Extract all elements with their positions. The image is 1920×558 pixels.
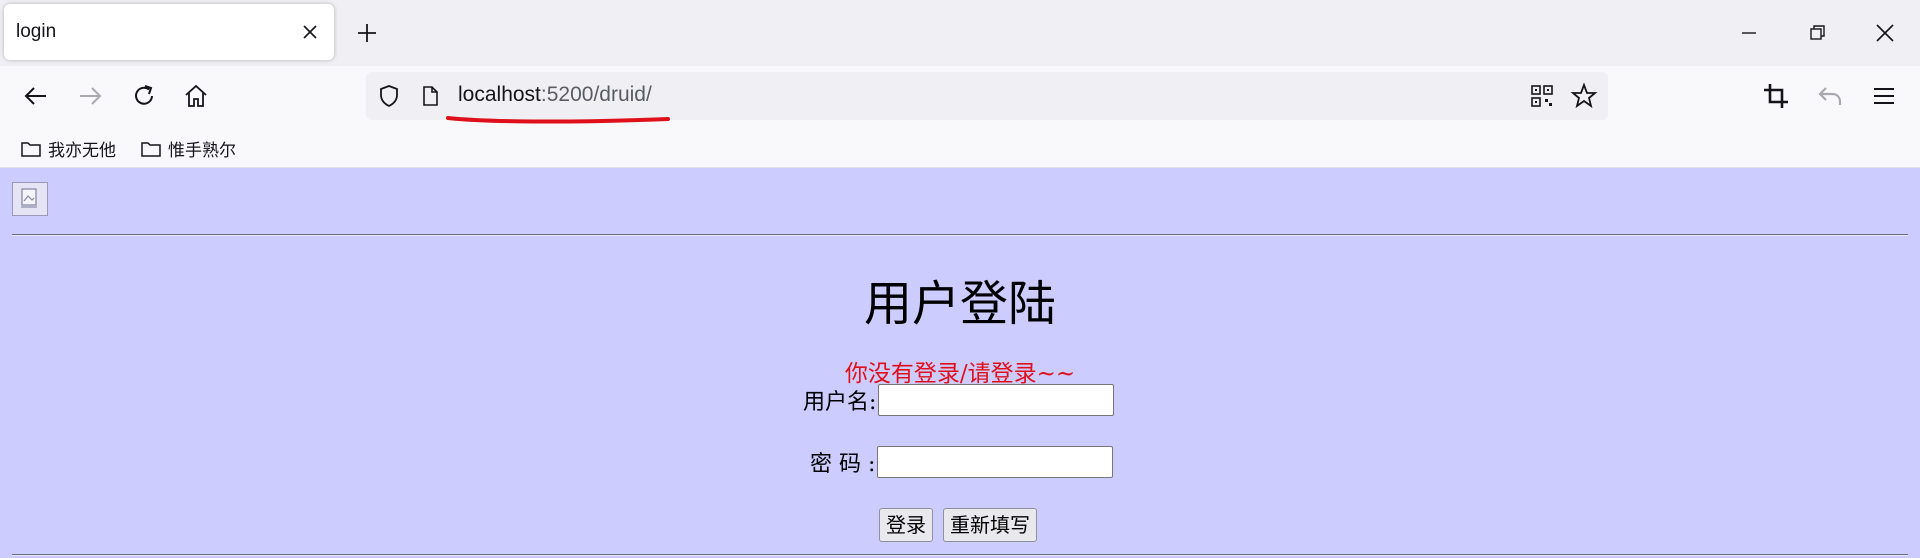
password-input[interactable] [877,446,1114,478]
bookmark-label: 惟手熟尔 [168,141,236,161]
page-title: 用户登陆 [863,276,1056,332]
username-row: 用户名: [803,384,1115,416]
navigation-bar: localhost:5200/druid/ [0,66,1920,128]
back-arrow-icon[interactable] [20,80,52,112]
bookmark-label: 我亦无他 [48,141,116,161]
close-tab-icon[interactable] [300,22,320,42]
reload-icon[interactable] [128,80,160,112]
login-message: 你没有登录/请登录~~ [844,361,1076,387]
minimize-icon[interactable] [1736,20,1762,46]
horizontal-rule-bottom [12,554,1908,556]
url-host: localhost [458,83,541,106]
undo-icon[interactable] [1814,80,1846,112]
folder-icon [141,141,161,157]
password-label: 密 码 : [810,452,876,477]
reset-button[interactable]: 重新填写 [943,508,1037,542]
forward-arrow-icon[interactable] [74,80,106,112]
bookmarks-toolbar: 我亦无他 惟手熟尔 [0,128,1920,168]
folder-icon [21,141,41,157]
page-icon[interactable] [418,84,442,108]
password-row: 密 码 : [810,446,1114,478]
restore-icon[interactable] [1804,20,1830,46]
qr-code-icon[interactable] [1530,84,1554,108]
screenshot-crop-icon[interactable] [1760,80,1792,112]
tab-title: login [16,21,57,42]
close-window-icon[interactable] [1872,20,1898,46]
login-button[interactable]: 登录 [879,508,933,542]
horizontal-rule-top [12,234,1908,236]
bookmark-star-icon[interactable] [1570,82,1598,110]
broken-image-icon [12,182,48,216]
username-label: 用户名: [803,390,877,415]
home-icon[interactable] [180,80,212,112]
bookmark-folder-1[interactable]: 我亦无他 [20,136,116,161]
shield-icon[interactable] [376,83,402,109]
menu-icon[interactable] [1868,80,1900,112]
username-input[interactable] [878,384,1115,416]
tab-login[interactable]: login [4,4,334,60]
tab-strip: login [0,0,1920,66]
page-content: 用户登陆 你没有登录/请登录~~ 用户名: 密 码 : 登录 重新填写 [0,168,1920,558]
url-path: :5200/druid/ [540,83,652,106]
bookmark-folder-2[interactable]: 惟手熟尔 [140,136,236,161]
new-tab-icon[interactable] [354,20,380,46]
annotation-underline [446,116,670,124]
url-text[interactable]: localhost:5200/druid/ [458,83,652,107]
